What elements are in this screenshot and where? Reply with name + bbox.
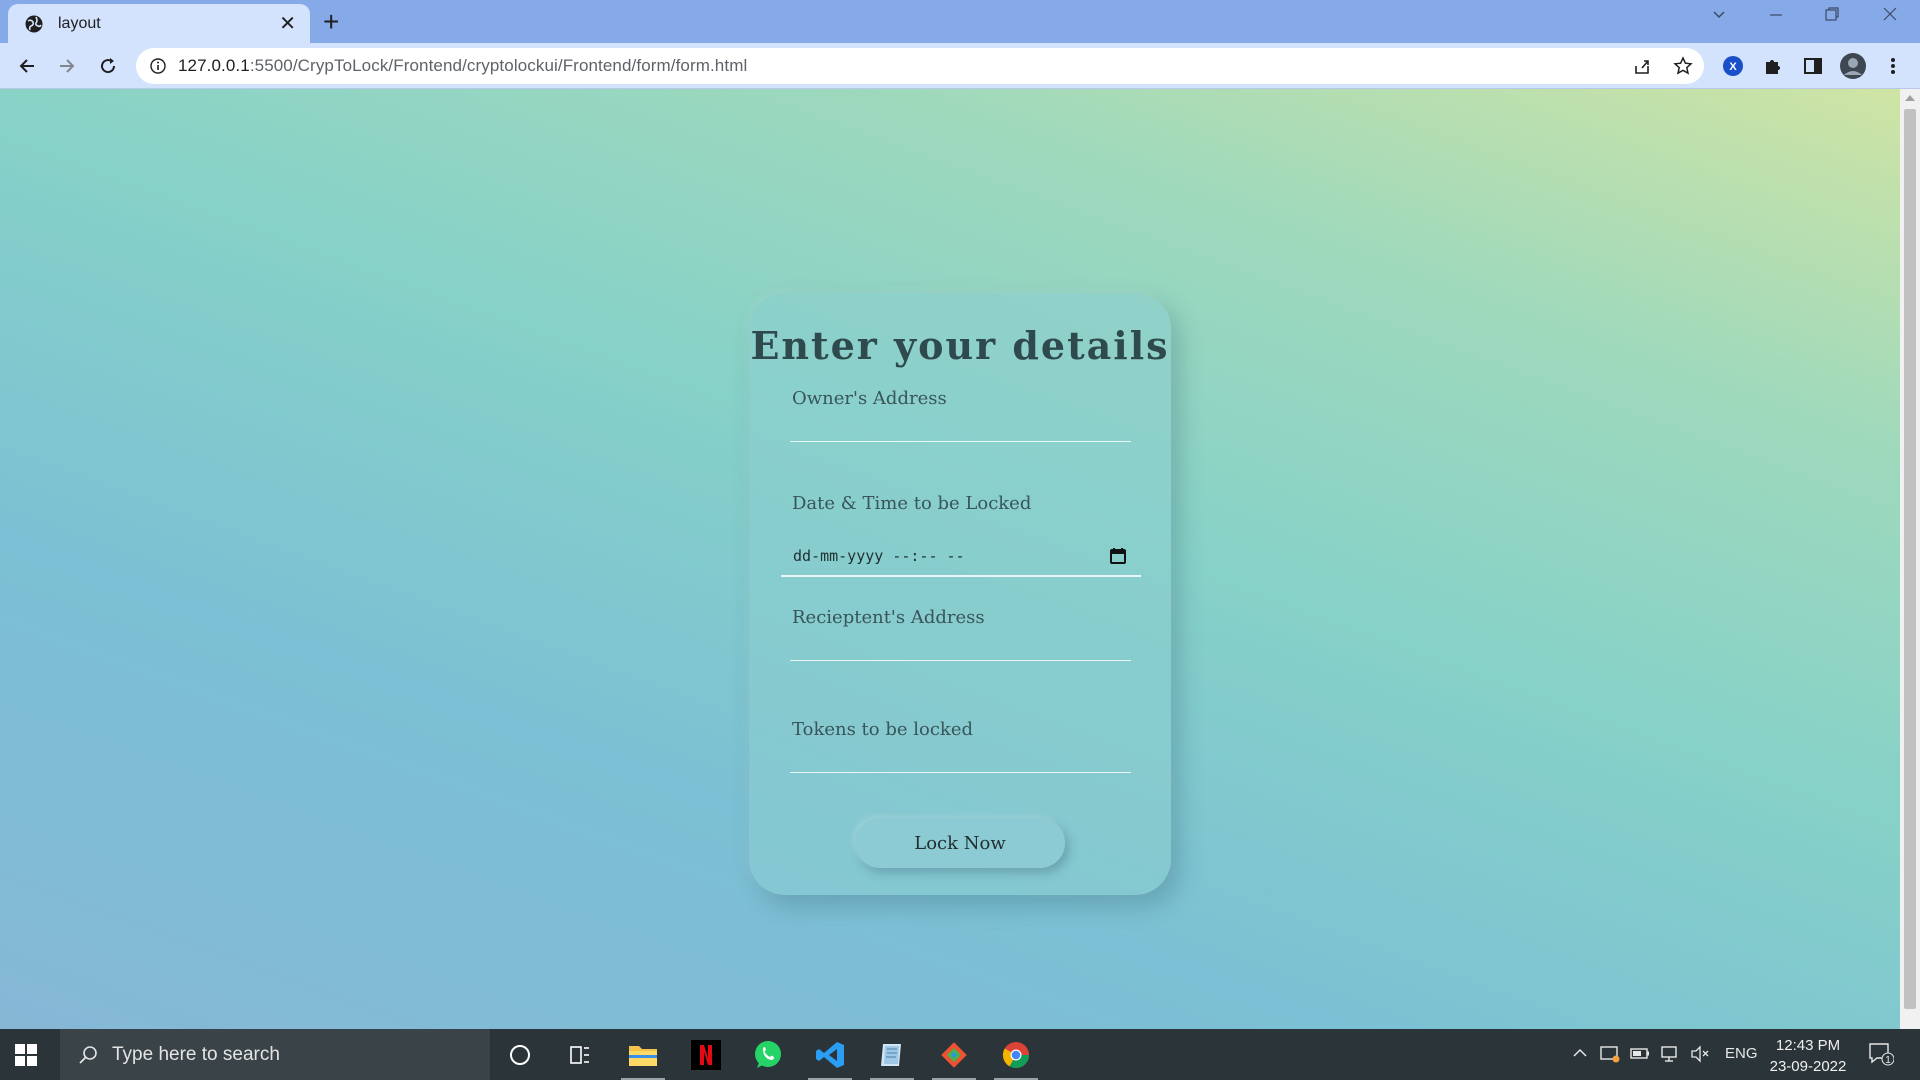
browser-tab[interactable]: layout ✕ (8, 4, 310, 43)
extension-x-icon[interactable]: X (1720, 53, 1746, 79)
recipient-address-label: Recieptent's Address (792, 607, 985, 628)
details-form-card: Enter your details Owner's Address Date … (749, 293, 1171, 895)
datetime-placeholder: dd-mm-yyyy --:-- -- (793, 547, 965, 565)
calendar-icon[interactable] (1109, 547, 1127, 565)
page-viewport: Enter your details Owner's Address Date … (0, 89, 1900, 1029)
windows-start-icon[interactable] (14, 1043, 38, 1067)
scroll-up-icon[interactable] (1905, 95, 1915, 101)
address-bar[interactable]: 127.0.0.1:5500/CrypToLock/Frontend/crypt… (136, 48, 1704, 84)
extensions-puzzle-icon[interactable] (1760, 53, 1786, 79)
reload-icon[interactable] (93, 51, 123, 81)
cortana-icon[interactable] (502, 1037, 538, 1073)
volume-muted-icon[interactable] (1690, 1045, 1710, 1067)
tray-overflow-icon[interactable] (1572, 1045, 1588, 1065)
menu-kebab-icon[interactable] (1880, 53, 1906, 79)
owner-address-label: Owner's Address (792, 388, 947, 409)
browser-tab-bar: layout ✕ + (0, 0, 1920, 43)
url-text: 127.0.0.1:5500/CrypToLock/Frontend/crypt… (178, 56, 747, 76)
browser-toolbar: 127.0.0.1:5500/CrypToLock/Frontend/crypt… (0, 43, 1920, 89)
globe-icon (25, 15, 43, 32)
scrollbar-thumb[interactable] (1904, 109, 1916, 1009)
network-icon[interactable] (1660, 1045, 1680, 1067)
tab-title: layout (58, 14, 101, 32)
tokens-input[interactable] (790, 772, 1131, 773)
vscode-icon[interactable] (808, 1037, 852, 1080)
url-host: 127.0.0.1 (178, 56, 250, 75)
tokens-label: Tokens to be locked (792, 719, 974, 740)
restore-icon[interactable] (1824, 6, 1840, 27)
form-title: Enter your details (750, 323, 1170, 368)
search-icon (79, 1045, 97, 1064)
profile-avatar[interactable] (1840, 53, 1866, 79)
forward-icon[interactable] (52, 51, 82, 81)
datetime-input[interactable]: dd-mm-yyyy --:-- -- (781, 537, 1141, 577)
battery-icon[interactable] (1630, 1045, 1650, 1065)
extension-badge: X (1729, 61, 1737, 73)
windows-taskbar: Type here to search ENG 12:43 PM 23-09-2… (0, 1029, 1920, 1080)
minimize-icon[interactable] (1768, 6, 1784, 27)
owner-address-input[interactable] (790, 441, 1131, 442)
search-placeholder: Type here to search (112, 1043, 280, 1065)
page-scrollbar[interactable] (1900, 89, 1920, 1029)
datetime-label: Date & Time to be Locked (792, 493, 1032, 514)
tab-search-icon[interactable] (1711, 6, 1727, 27)
bookmark-star-icon[interactable] (1670, 53, 1696, 79)
tab-close-icon[interactable]: ✕ (279, 14, 296, 34)
clock-date: 23-09-2022 (1769, 1058, 1847, 1075)
recipient-address-input[interactable] (790, 660, 1131, 661)
close-window-icon[interactable] (1882, 6, 1898, 27)
taskbar-clock[interactable]: 12:43 PM 23-09-2022 (1768, 1035, 1848, 1077)
new-tab-button[interactable]: + (323, 6, 339, 38)
notifications-icon[interactable]: 1 (1868, 1042, 1895, 1070)
url-path: :5500/CrypToLock/Frontend/cryptolockui/F… (249, 56, 748, 75)
git-icon[interactable] (932, 1037, 976, 1080)
side-panel-icon[interactable] (1800, 53, 1826, 79)
task-view-icon[interactable] (562, 1037, 598, 1073)
info-icon[interactable] (150, 58, 166, 74)
taskbar-search[interactable]: Type here to search (60, 1029, 490, 1080)
chrome-icon[interactable] (994, 1037, 1038, 1080)
whatsapp-icon[interactable] (750, 1037, 786, 1073)
language-indicator[interactable]: ENG (1725, 1045, 1758, 1062)
file-explorer-icon[interactable] (621, 1037, 665, 1080)
back-icon[interactable] (12, 51, 42, 81)
lock-now-button[interactable]: Lock Now (855, 818, 1065, 868)
notification-count: 1 (1885, 1055, 1891, 1066)
share-icon[interactable] (1630, 53, 1656, 79)
update-tray-icon[interactable] (1600, 1045, 1620, 1067)
notepad-icon[interactable] (870, 1037, 914, 1080)
clock-time: 12:43 PM (1775, 1037, 1841, 1054)
netflix-icon[interactable] (688, 1037, 724, 1073)
